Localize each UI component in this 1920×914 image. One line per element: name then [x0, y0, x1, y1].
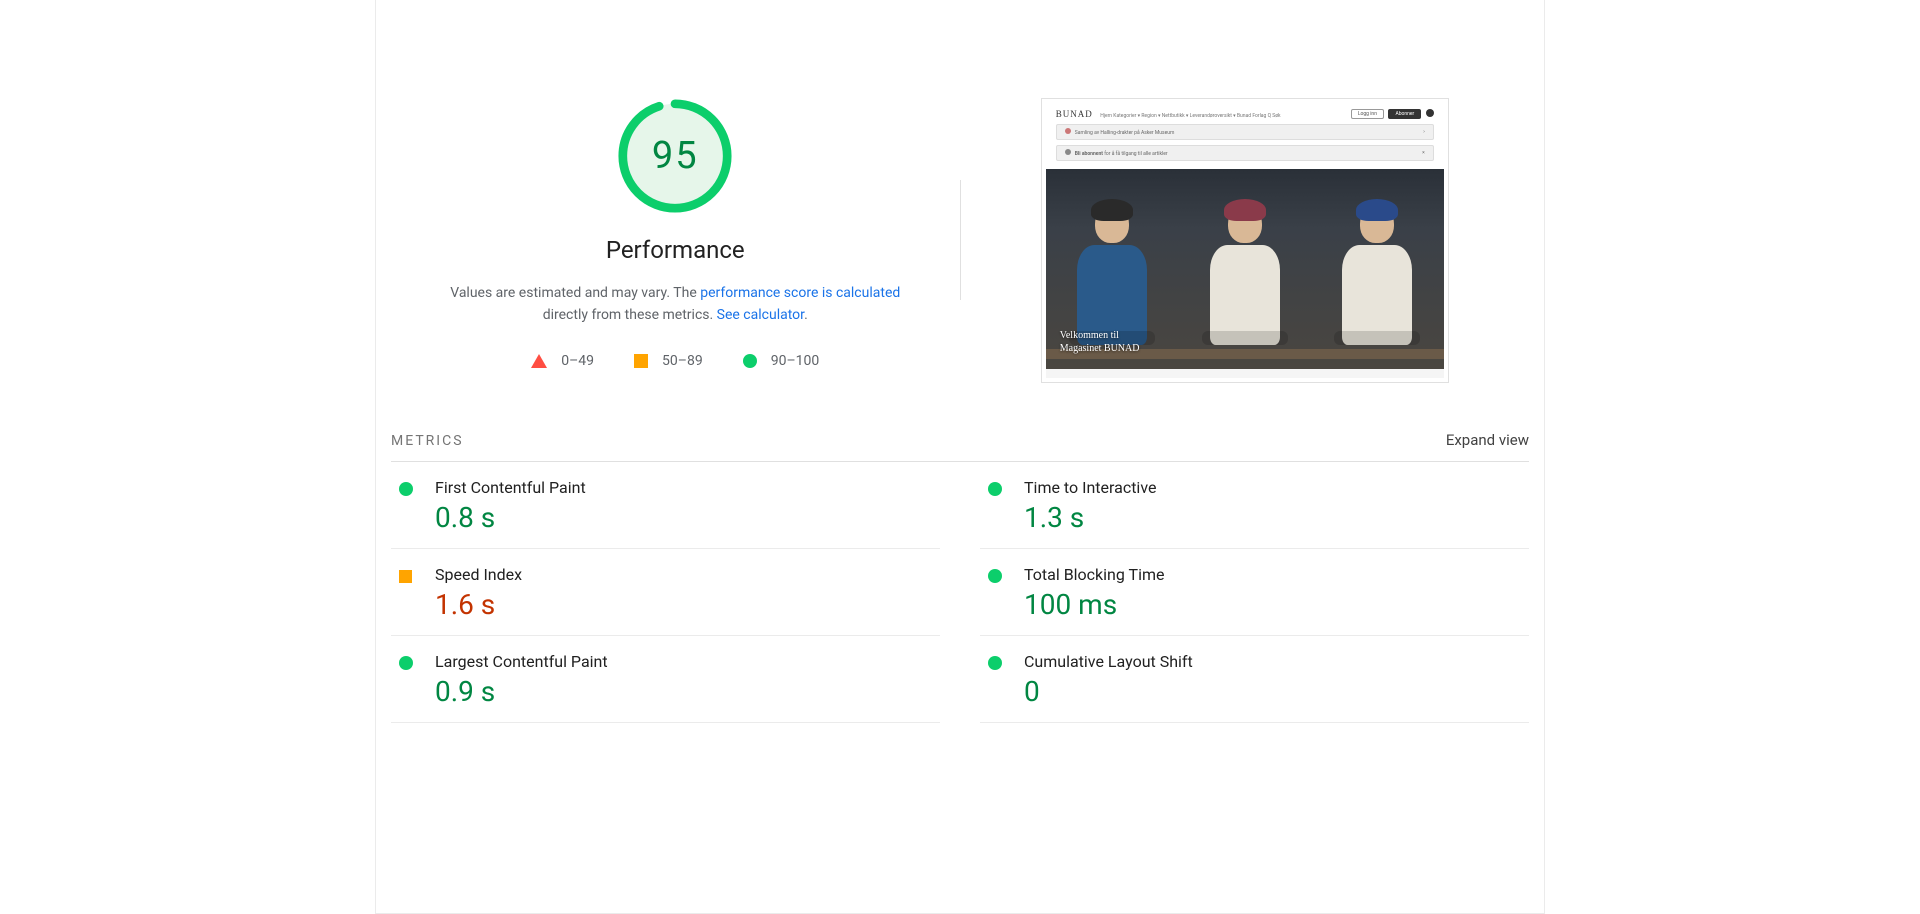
circle-green-icon [399, 656, 413, 670]
chevron-right-icon: › [1423, 129, 1425, 135]
shot-bar2-strong: Bli abonnent [1075, 151, 1103, 157]
metrics-title: METRICS [391, 433, 464, 449]
legend-pass-label: 90–100 [771, 353, 820, 369]
metrics-header: METRICS Expand view [391, 423, 1529, 462]
performance-description: Values are estimated and may vary. The p… [435, 282, 915, 327]
shot-bar1-text: Samling av Halling-drakter på Asker Muse… [1075, 130, 1175, 136]
metric-name: First Contentful Paint [435, 478, 940, 497]
close-icon: × [1422, 150, 1425, 156]
shot-brand: BUNAD [1056, 109, 1093, 119]
summary-section: 95 Performance Values are estimated and … [391, 40, 1529, 423]
shot-nav: Hjem Kategorier ▾ Region ▾ Nettbutikk ▾ … [1100, 113, 1280, 119]
desc-mid: directly from these metrics. [543, 307, 717, 323]
metric-value: 1.3 s [1024, 501, 1529, 534]
triangle-red-icon [531, 354, 547, 368]
score-value: 95 [617, 98, 733, 214]
score-legend: 0–49 50–89 90–100 [531, 353, 819, 369]
legend-avg: 50–89 [634, 353, 703, 369]
score-calc-link[interactable]: performance score is calculated [700, 285, 900, 301]
circle-green-icon [988, 656, 1002, 670]
shot-bar-2: Bli abonnent for å få tilgang til alle a… [1056, 145, 1434, 161]
metric-value: 0 [1024, 675, 1529, 708]
metrics-grid: First Contentful Paint 0.8 s Time to Inter… [391, 462, 1529, 723]
metric-name: Total Blocking Time [1024, 565, 1529, 584]
performance-title: Performance [606, 236, 745, 264]
metric-name: Speed Index [435, 565, 940, 584]
square-orange-icon [634, 354, 648, 368]
page-screenshot: BUNAD Hjem Kategorier ▾ Region ▾ Nettbut… [1041, 98, 1449, 383]
shot-login: Logg inn [1351, 109, 1384, 119]
metric-row: Cumulative Layout Shift 0 [980, 636, 1529, 723]
legend-pass: 90–100 [743, 353, 820, 369]
metric-row: First Contentful Paint 0.8 s [391, 462, 940, 549]
shot-hero-line1: Velkommen til [1060, 329, 1140, 342]
metric-value: 0.8 s [435, 501, 940, 534]
circle-green-icon [988, 482, 1002, 496]
shot-subscribe: Abonner [1388, 109, 1421, 119]
score-gauge: 95 [617, 98, 733, 214]
circle-green-icon [743, 354, 757, 368]
performance-summary: 95 Performance Values are estimated and … [391, 40, 960, 369]
shot-bar-1: Samling av Halling-drakter på Asker Muse… [1056, 124, 1434, 140]
metric-row: Time to Interactive 1.3 s [980, 462, 1529, 549]
metric-name: Time to Interactive [1024, 478, 1529, 497]
shot-hero-line2: Magasinet BUNAD [1060, 342, 1140, 355]
metric-value: 100 ms [1024, 588, 1529, 621]
square-orange-icon [399, 570, 412, 583]
expand-view-toggle[interactable]: Expand view [1446, 431, 1529, 449]
metric-row: Total Blocking Time 100 ms [980, 549, 1529, 636]
report-container: 95 Performance Values are estimated and … [375, 0, 1545, 914]
circle-green-icon [988, 569, 1002, 583]
see-calculator-link[interactable]: See calculator [717, 307, 804, 323]
circle-green-icon [399, 482, 413, 496]
metric-row: Speed Index 1.6 s [391, 549, 940, 636]
legend-fail: 0–49 [531, 353, 594, 369]
cart-icon [1426, 109, 1434, 117]
metric-name: Largest Contentful Paint [435, 652, 940, 671]
screenshot-column: BUNAD Hjem Kategorier ▾ Region ▾ Nettbut… [961, 40, 1530, 383]
metric-value: 0.9 s [435, 675, 940, 708]
metric-name: Cumulative Layout Shift [1024, 652, 1529, 671]
metric-value: 1.6 s [435, 588, 940, 621]
shot-bar2-rest: for å få tilgang til alle artikler [1103, 151, 1168, 157]
legend-avg-label: 50–89 [662, 353, 703, 369]
metric-row: Largest Contentful Paint 0.9 s [391, 636, 940, 723]
shot-hero: Velkommen til Magasinet BUNAD [1046, 169, 1444, 369]
desc-lead: Values are estimated and may vary. The [450, 285, 700, 301]
desc-tail: . [804, 307, 808, 323]
legend-fail-label: 0–49 [561, 353, 594, 369]
